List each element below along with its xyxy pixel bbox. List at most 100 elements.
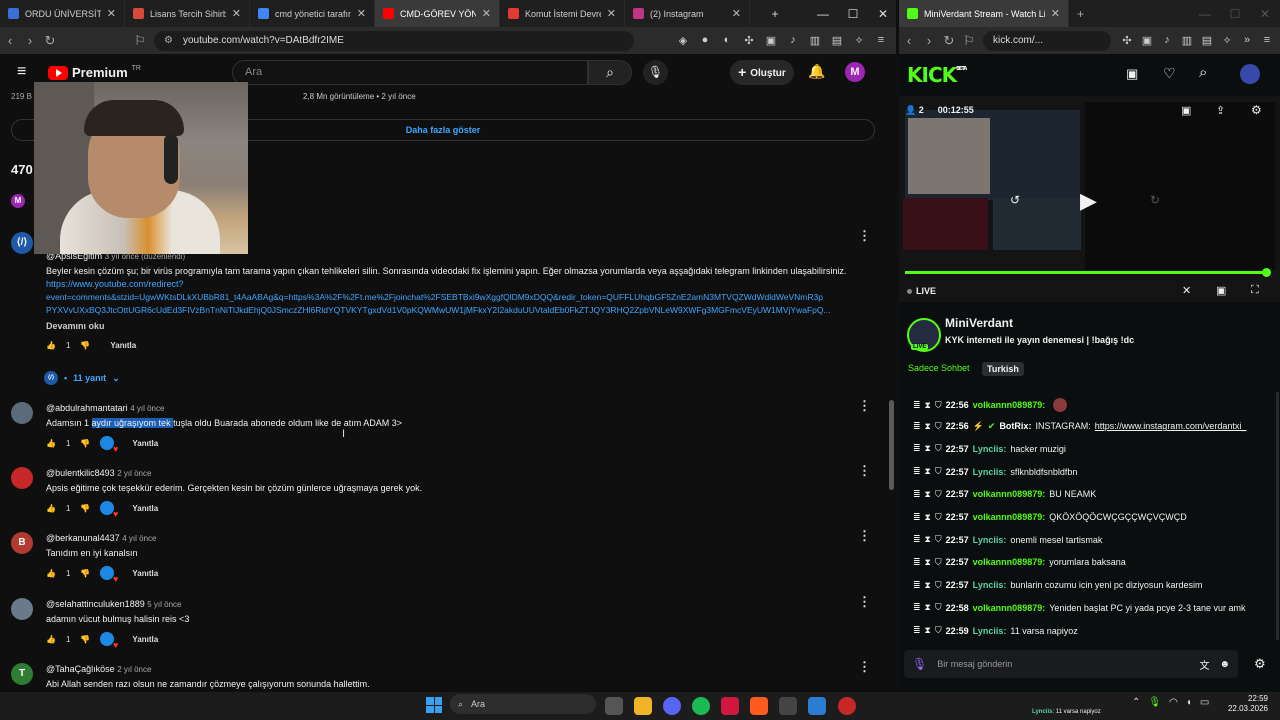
file-explorer-icon[interactable] xyxy=(634,697,652,715)
clock[interactable]: 22:59 22.03.2026 xyxy=(1224,694,1268,714)
close-tab-icon[interactable]: ✕ xyxy=(732,7,741,20)
pinned-author-avatar[interactable]: ⟨/⟩ xyxy=(11,232,33,254)
read-more-button[interactable]: Devamını oku xyxy=(46,321,105,331)
task-view-icon[interactable] xyxy=(605,697,623,715)
reply-button[interactable]: Yanıtla xyxy=(132,569,158,578)
chat-username[interactable]: Lynciis: xyxy=(973,580,1007,590)
timeout-icon[interactable]: ⧗ xyxy=(925,580,931,591)
dislike-icon[interactable]: 👎 xyxy=(80,504,90,513)
pin-icon[interactable]: ≣ xyxy=(913,466,921,477)
mic-icon[interactable]: 🎙 xyxy=(912,657,927,671)
chat-username[interactable]: Lynciis: xyxy=(973,444,1007,454)
language-tag[interactable]: Turkish xyxy=(982,362,1024,376)
reload-icon[interactable]: ↻ xyxy=(939,33,959,49)
music-icon[interactable]: ♪ xyxy=(1158,34,1176,47)
chat-settings-icon[interactable]: ⚙ xyxy=(1254,656,1266,672)
pin-icon[interactable]: ≣ xyxy=(913,489,921,500)
forward-icon[interactable]: › xyxy=(919,33,939,48)
wallet-icon[interactable]: ▤ xyxy=(828,34,846,47)
close-tab-icon[interactable]: ✕ xyxy=(607,7,616,20)
volume-icon[interactable]: ◖ xyxy=(1186,697,1192,708)
music-icon[interactable]: ♪ xyxy=(784,34,802,47)
reply-button[interactable]: Yanıtla xyxy=(132,504,158,513)
opera-icon[interactable] xyxy=(838,697,856,715)
comment-avatar[interactable]: B xyxy=(11,532,33,554)
more-options-icon[interactable]: ⋮ xyxy=(858,463,871,479)
timeout-icon[interactable]: ⧗ xyxy=(925,489,931,500)
chat-link[interactable]: https://www.instagram.com/verdantxi_ xyxy=(1095,421,1247,431)
url-field[interactable]: ⚙ youtube.com/watch?v=DAtBdfr2IME xyxy=(154,30,634,51)
play-icon[interactable]: ▶ xyxy=(1080,188,1097,214)
mute-icon[interactable]: ✕ xyxy=(1182,284,1191,297)
site-info-icon[interactable]: ⚙ xyxy=(164,35,173,46)
chevron-up-icon[interactable]: ⌃ xyxy=(1132,697,1140,708)
more-options-icon[interactable]: ⋮ xyxy=(858,659,871,675)
pin-icon[interactable]: ≣ xyxy=(913,602,921,613)
pin-icon[interactable]: ≣ xyxy=(913,512,921,523)
pin-icon[interactable]: ≣ xyxy=(913,534,921,545)
category-link[interactable]: Sadece Sohbet xyxy=(908,363,970,373)
search-input[interactable]: Ara xyxy=(232,60,588,85)
close-icon[interactable]: ✕ xyxy=(868,7,898,21)
start-icon[interactable] xyxy=(426,697,442,713)
pinned-link[interactable]: https://www.youtube.com/redirect? xyxy=(46,279,184,289)
extension-icon[interactable]: ● xyxy=(696,34,714,47)
chat-username[interactable]: BotRix: xyxy=(999,421,1031,431)
more-options-icon[interactable]: ⋮ xyxy=(858,594,871,610)
like-icon[interactable]: 👍 xyxy=(46,569,56,578)
maximize-icon[interactable]: ☐ xyxy=(838,7,868,21)
theater-icon[interactable]: ▣ xyxy=(1216,284,1226,297)
chat-input[interactable]: 🎙 Bir mesaj gönderin 文 ☻ xyxy=(904,650,1238,678)
browser-tab[interactable]: Lisans Tercih Sihirbazı ✕ xyxy=(125,0,250,27)
screenshot-icon[interactable]: ▣ xyxy=(1138,34,1156,47)
channel-name[interactable]: MiniVerdant xyxy=(945,316,1013,330)
taskbar-search[interactable]: ⌕ Ara xyxy=(450,694,596,714)
comment-avatar[interactable] xyxy=(11,467,33,489)
chat-username[interactable]: Lynciis: xyxy=(973,626,1007,636)
extension-icon[interactable]: ◐ xyxy=(718,34,736,47)
close-tab-icon[interactable]: ✕ xyxy=(1051,7,1060,20)
hamburger-icon[interactable]: ≡ xyxy=(17,63,26,81)
translate-icon[interactable]: 文 xyxy=(1199,657,1209,672)
scrollbar[interactable] xyxy=(887,92,896,692)
comment-avatar[interactable]: T xyxy=(11,663,33,685)
replies-toggle[interactable]: ⟨/⟩ • 11 yanıt ⌄ xyxy=(44,371,120,385)
comment-author[interactable]: @selahattinculuken1889 5 yıl önce xyxy=(46,599,181,609)
pin-icon[interactable]: ≣ xyxy=(913,557,921,568)
forward-icon[interactable]: ↻ xyxy=(1150,193,1160,207)
more-icon[interactable]: » xyxy=(1238,34,1256,47)
puzzle-icon[interactable]: ✣ xyxy=(1118,34,1136,47)
search-icon[interactable]: ⌕ xyxy=(1199,64,1207,81)
chat-username[interactable]: volkannn089879: xyxy=(973,489,1046,499)
sidebar-icon[interactable]: ▥ xyxy=(806,34,824,47)
chat-username[interactable]: volkannn089879: xyxy=(973,400,1046,410)
wallet-icon[interactable]: ▤ xyxy=(1198,34,1216,47)
timeout-icon[interactable]: ⧗ xyxy=(925,421,931,432)
search-button[interactable]: ⌕ xyxy=(588,60,632,85)
like-icon[interactable]: 👍 xyxy=(46,504,56,513)
timeout-icon[interactable]: ⧗ xyxy=(925,534,931,545)
comment-avatar[interactable] xyxy=(11,598,33,620)
reload-icon[interactable]: ↻ xyxy=(40,33,60,49)
timeout-icon[interactable]: ⧗ xyxy=(925,625,931,636)
chat-username[interactable]: volkannn089879: xyxy=(973,557,1046,567)
reply-button[interactable]: Yanıtla xyxy=(132,439,158,448)
create-button[interactable]: + Oluştur xyxy=(730,60,794,85)
menu-icon[interactable]: ≡ xyxy=(1258,34,1276,47)
like-icon[interactable]: 👍 xyxy=(46,341,56,350)
dislike-icon[interactable]: 👎 xyxy=(80,569,90,578)
ai-icon[interactable]: ✧ xyxy=(1218,34,1236,47)
menu-icon[interactable]: ≡ xyxy=(872,34,890,47)
more-options-icon[interactable]: ⋮ xyxy=(858,228,871,244)
new-tab-icon[interactable]: + xyxy=(760,7,790,21)
mic-icon[interactable]: 🎙 xyxy=(643,60,668,85)
spotify-icon[interactable] xyxy=(692,697,710,715)
pin-icon[interactable]: ≣ xyxy=(913,400,921,411)
comment-author[interactable]: @bulentkilic8493 2 yıl önce xyxy=(46,468,151,478)
back-icon[interactable]: ‹ xyxy=(899,33,919,48)
timeout-icon[interactable]: ⧗ xyxy=(925,512,931,523)
browser-tab[interactable]: CMD-GÖREV YÖNETİ ✕ xyxy=(375,0,500,27)
like-icon[interactable]: 👍 xyxy=(46,635,56,644)
more-options-icon[interactable]: ⋮ xyxy=(858,528,871,544)
forward-icon[interactable]: › xyxy=(20,33,40,48)
